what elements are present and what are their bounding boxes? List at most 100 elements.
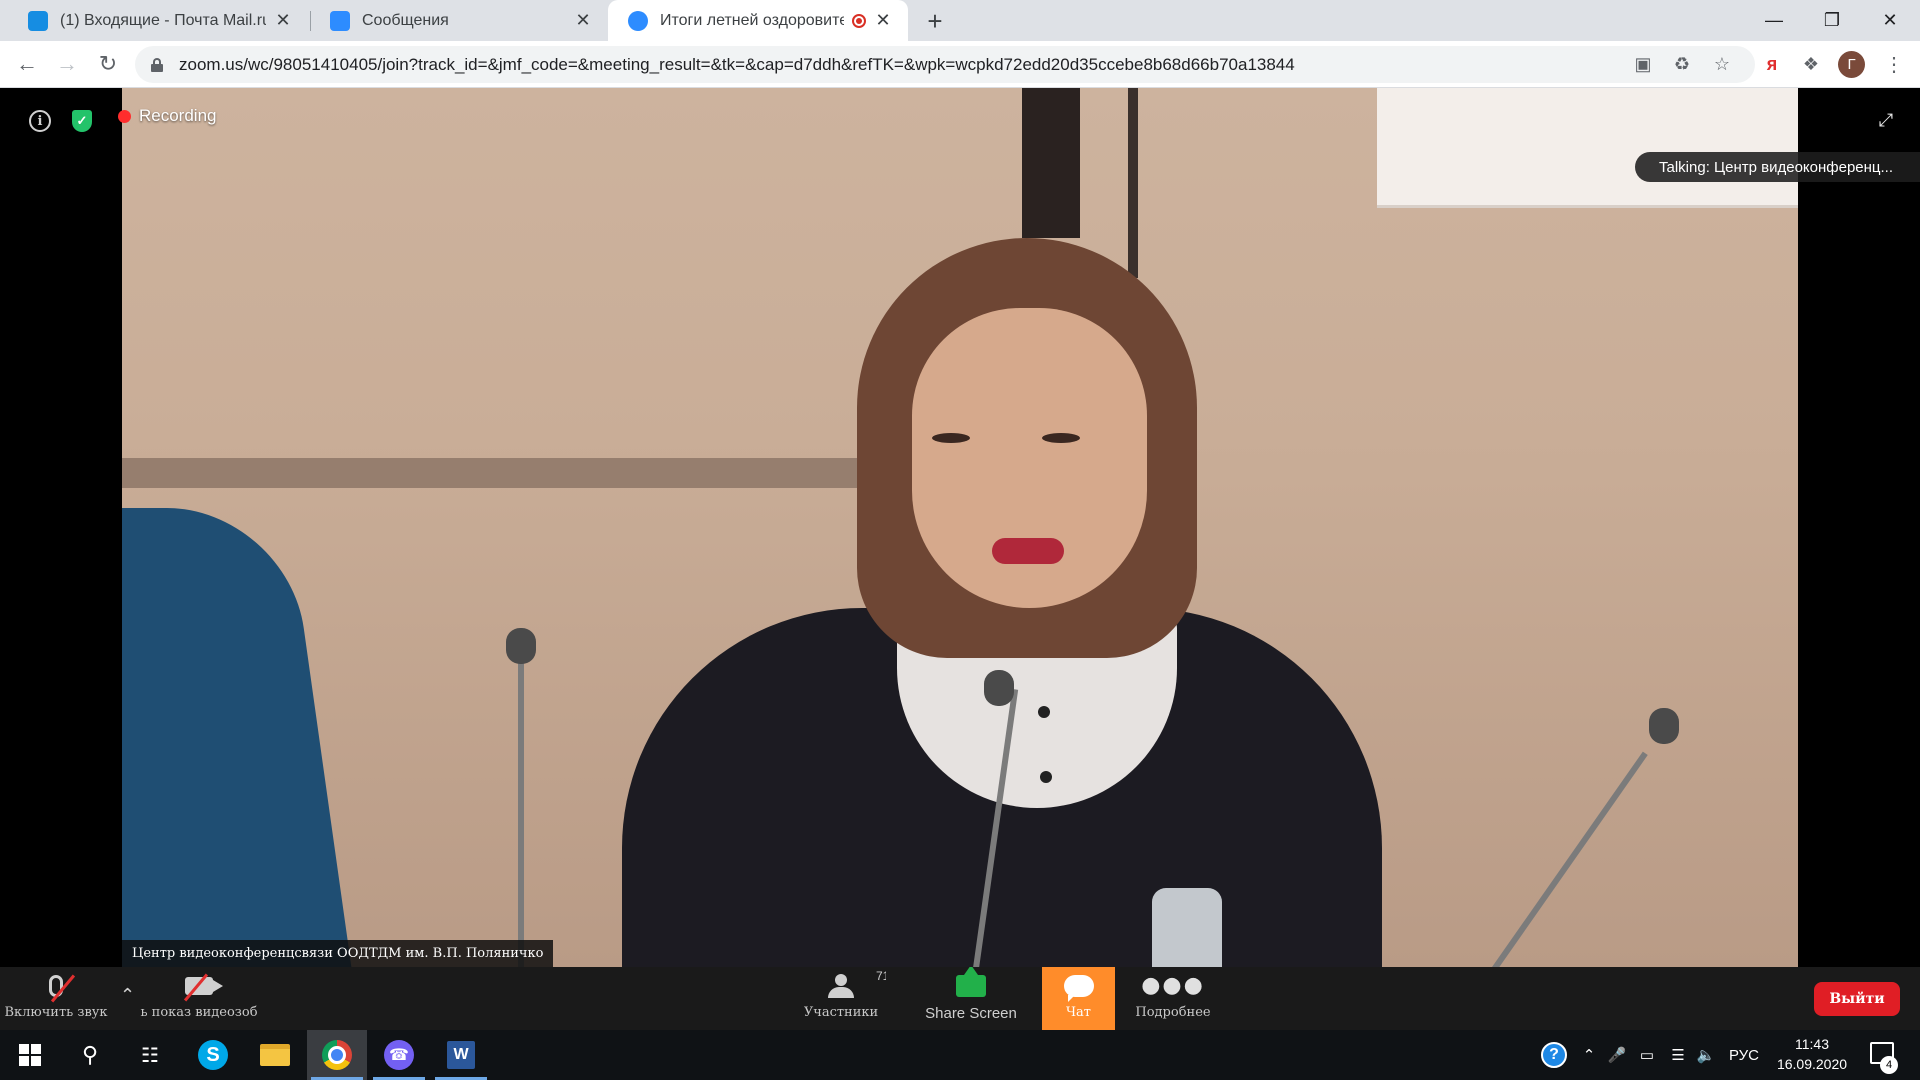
chat-bubble-icon bbox=[330, 10, 350, 31]
more-label: Подробнее bbox=[1135, 1005, 1211, 1020]
bookmark-star-icon[interactable]: ☆ bbox=[1708, 50, 1736, 78]
viber-icon: ☎ bbox=[384, 1040, 414, 1070]
tab-title: Сообщения bbox=[362, 11, 449, 29]
encryption-shield-icon[interactable]: ✓ bbox=[72, 110, 92, 132]
windows-logo-icon bbox=[19, 1044, 41, 1066]
meeting-view: i ✓ Recording ⤢ Talking: Центр видеоконф… bbox=[0, 88, 1920, 967]
tab-mail[interactable]: (1) Входящие - Почта Mail.ru ✕ bbox=[8, 0, 308, 41]
back-arrow-icon[interactable]: ← bbox=[12, 49, 42, 79]
battery-icon[interactable]: ▭ bbox=[1633, 1030, 1661, 1080]
taskbar-skype[interactable]: S bbox=[183, 1030, 243, 1080]
tab-zoom-meeting[interactable]: Итоги летней оздоровителі ✕ bbox=[608, 0, 908, 41]
address-bar[interactable]: zoom.us/wc/98051410405/join?track_id=&jm… bbox=[135, 46, 1755, 83]
zoom-camera-icon bbox=[628, 10, 648, 31]
share-screen-button[interactable]: Share Screen bbox=[915, 967, 1027, 1030]
taskbar-chrome[interactable] bbox=[307, 1030, 367, 1080]
start-button[interactable] bbox=[0, 1030, 60, 1080]
input-language[interactable]: РУС bbox=[1724, 1030, 1764, 1080]
talking-indicator: Talking: Центр видеоконференц... bbox=[1635, 152, 1920, 182]
word-icon: W bbox=[447, 1041, 475, 1069]
share-screen-icon bbox=[956, 967, 986, 997]
taskbar-viber[interactable]: ☎ bbox=[369, 1030, 429, 1080]
close-icon[interactable]: ✕ bbox=[572, 10, 594, 32]
meeting-control-bar: Включить звук ⌃ ь показ видеозоб 71 Учас… bbox=[0, 967, 1920, 1030]
start-video-button[interactable]: ь показ видеозоб bbox=[140, 967, 258, 1030]
unmute-button[interactable]: Включить звук bbox=[0, 967, 112, 1030]
mail-icon bbox=[28, 10, 48, 31]
recording-label: Recording bbox=[139, 106, 217, 125]
video-scene bbox=[122, 458, 862, 488]
tab-title: Итоги летней оздоровителі bbox=[660, 11, 844, 29]
taskbar-word[interactable]: W bbox=[431, 1030, 491, 1080]
video-scene bbox=[1038, 706, 1050, 718]
video-scene bbox=[984, 670, 1014, 706]
chat-bubble-icon bbox=[1063, 975, 1094, 1002]
recording-indicator-icon bbox=[852, 13, 866, 28]
lock-icon bbox=[151, 57, 163, 72]
taskbar-file-explorer[interactable] bbox=[245, 1030, 305, 1080]
new-tab-button[interactable]: + bbox=[920, 6, 950, 36]
microphone-muted-icon bbox=[49, 974, 76, 1003]
video-scene bbox=[1128, 88, 1138, 278]
audio-options-chevron-icon[interactable]: ⌃ bbox=[120, 985, 135, 1006]
task-view-icon[interactable]: ☷ bbox=[120, 1030, 180, 1080]
camera-permission-icon[interactable]: ▣ bbox=[1629, 50, 1657, 78]
help-tray-button[interactable]: ? bbox=[1538, 1030, 1570, 1080]
video-scene bbox=[1022, 88, 1080, 238]
wifi-icon[interactable]: ☰ bbox=[1665, 1030, 1691, 1080]
share-screen-label: Share Screen bbox=[925, 1005, 1017, 1022]
meeting-info-icon[interactable]: i bbox=[29, 110, 51, 132]
restore-button[interactable]: ❐ bbox=[1803, 0, 1861, 41]
video-scene bbox=[506, 628, 536, 664]
more-menu-icon[interactable]: ⋮ bbox=[1880, 50, 1908, 78]
active-speaker-video bbox=[122, 88, 1798, 967]
video-scene bbox=[122, 508, 358, 967]
video-scene bbox=[518, 638, 524, 967]
tab-title: (1) Входящие - Почта Mail.ru bbox=[60, 11, 266, 29]
window-close-button[interactable]: ✕ bbox=[1861, 0, 1919, 41]
forward-arrow-icon[interactable]: → bbox=[52, 49, 82, 79]
clock-time: 11:43 bbox=[1795, 1036, 1829, 1052]
recording-status: Recording bbox=[118, 106, 217, 126]
show-hidden-icons-chevron-icon[interactable]: ⌃ bbox=[1577, 1030, 1601, 1080]
video-scene bbox=[932, 433, 970, 443]
video-scene bbox=[1152, 888, 1222, 967]
participants-count: 71 bbox=[876, 969, 886, 983]
close-icon[interactable]: ✕ bbox=[272, 10, 294, 32]
participants-button[interactable]: 71 Участники bbox=[796, 967, 886, 1030]
participants-icon bbox=[826, 974, 856, 998]
reload-icon[interactable]: ↻ bbox=[93, 49, 123, 79]
leave-meeting-button[interactable]: Выйти bbox=[1814, 982, 1900, 1016]
chat-button[interactable]: 6 Чат bbox=[1042, 967, 1115, 1030]
search-icon[interactable]: ⚲ bbox=[60, 1030, 120, 1080]
video-off-icon bbox=[183, 973, 223, 1002]
video-scene bbox=[1482, 751, 1648, 967]
video-scene bbox=[1377, 88, 1798, 208]
yandex-extension-icon[interactable]: я bbox=[1758, 50, 1786, 78]
profile-avatar[interactable]: Г bbox=[1838, 51, 1865, 78]
browser-toolbar: ← → ↻ zoom.us/wc/98051410405/join?track_… bbox=[0, 41, 1920, 88]
translate-icon[interactable]: ♻ bbox=[1668, 50, 1696, 78]
browser-tab-strip: (1) Входящие - Почта Mail.ru ✕ Сообщения… bbox=[0, 0, 1920, 41]
url-text[interactable]: zoom.us/wc/98051410405/join?track_id=&jm… bbox=[179, 55, 1295, 75]
tab-messages[interactable]: Сообщения ✕ bbox=[310, 0, 608, 41]
clock-date: 16.09.2020 bbox=[1776, 1056, 1848, 1072]
windows-taskbar: ⚲ ☷ S ☎ W ? ⌃ 🎤 ▭ ☰ 🔈 РУС 11:43 16.09.20… bbox=[0, 1030, 1920, 1080]
more-dots-icon: ●●● bbox=[1141, 973, 1205, 998]
taskbar-clock[interactable]: 11:43 16.09.2020 bbox=[1770, 1034, 1854, 1074]
participant-name-tag: Центр видеоконференцсвязи ООДТДМ им. В.П… bbox=[122, 940, 554, 967]
fullscreen-icon[interactable]: ⤢ bbox=[1876, 110, 1896, 130]
close-icon[interactable]: ✕ bbox=[872, 10, 894, 32]
microphone-tray-icon[interactable]: 🎤 bbox=[1605, 1030, 1629, 1080]
recording-dot-icon bbox=[118, 109, 131, 123]
video-scene bbox=[992, 538, 1064, 564]
volume-icon[interactable]: 🔈 bbox=[1693, 1030, 1719, 1080]
chat-label: Чат bbox=[1066, 1005, 1091, 1020]
minimize-button[interactable]: — bbox=[1745, 0, 1803, 41]
chrome-icon bbox=[322, 1040, 352, 1070]
video-label: ь показ видеозоб bbox=[140, 1005, 258, 1020]
help-icon: ? bbox=[1541, 1042, 1567, 1068]
more-button[interactable]: ●●● Подробнее bbox=[1130, 967, 1216, 1030]
participants-label: Участники bbox=[803, 1005, 879, 1020]
extensions-puzzle-icon[interactable]: ❖ bbox=[1797, 50, 1825, 78]
